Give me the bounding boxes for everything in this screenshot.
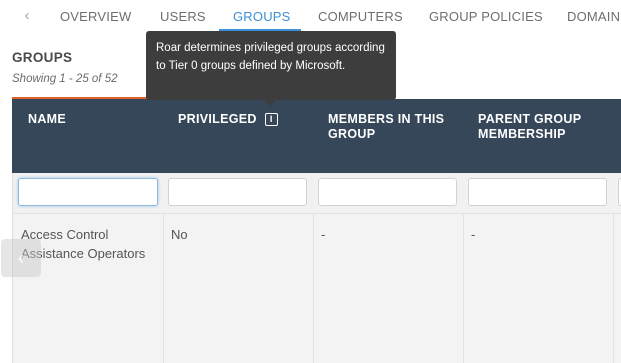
privileged-filter-input[interactable]: [168, 178, 307, 206]
column-header-label: MEMBERS IN THIS GROUP: [328, 112, 445, 141]
page-title: GROUPS: [12, 50, 73, 65]
info-icon[interactable]: i: [264, 113, 278, 126]
privileged-tooltip: Roar determines privileged groups accord…: [146, 31, 396, 100]
column-divider: [163, 214, 164, 363]
tab-group-policies[interactable]: GROUP POLICIES: [429, 9, 543, 24]
table-body: Access Control Assistance Operators No -…: [12, 213, 621, 363]
chevron-left-icon[interactable]: ‹: [20, 8, 34, 24]
members-filter-input[interactable]: [318, 178, 457, 206]
cell-privileged: No: [171, 227, 188, 242]
pagination-summary: Showing 1 - 25 of 52: [12, 73, 118, 85]
parent-group-filter-input[interactable]: [468, 178, 607, 206]
cell-parent-group: -: [471, 227, 476, 242]
tab-domain[interactable]: DOMAIN: [567, 9, 620, 24]
tab-bar: ‹ OVERVIEW USERS GROUPS COMPUTERS GROUP …: [0, 0, 621, 32]
tooltip-arrow: [264, 100, 276, 106]
back-arrow-button[interactable]: ‹: [1, 239, 41, 277]
tab-groups[interactable]: GROUPS: [233, 9, 291, 24]
tab-overview[interactable]: OVERVIEW: [60, 9, 131, 24]
chevron-left-icon: ‹: [18, 248, 24, 268]
column-header-privileged[interactable]: PRIVILEGED i: [178, 112, 278, 127]
cell-members: -: [321, 227, 326, 242]
column-header-label: PARENT GROUP MEMBERSHIP: [478, 112, 582, 141]
column-header-name[interactable]: NAME: [28, 112, 66, 127]
name-filter-input[interactable]: [18, 178, 158, 206]
cell-name[interactable]: Access Control Assistance Operators: [21, 225, 156, 263]
filter-row: [12, 173, 621, 213]
table-header: NAME PRIVILEGED i MEMBERS IN THIS GROUP P…: [12, 99, 621, 173]
column-divider: [463, 214, 464, 363]
column-divider: [613, 214, 614, 363]
column-header-members[interactable]: MEMBERS IN THIS GROUP: [328, 112, 468, 142]
column-divider: [313, 214, 314, 363]
column-header-label: NAME: [28, 112, 67, 126]
tab-users[interactable]: USERS: [160, 9, 206, 24]
column-header-label: PRIVILEGED: [178, 112, 257, 126]
tab-computers[interactable]: COMPUTERS: [318, 9, 403, 24]
column-header-parent-group[interactable]: PARENT GROUP MEMBERSHIP: [478, 112, 608, 142]
